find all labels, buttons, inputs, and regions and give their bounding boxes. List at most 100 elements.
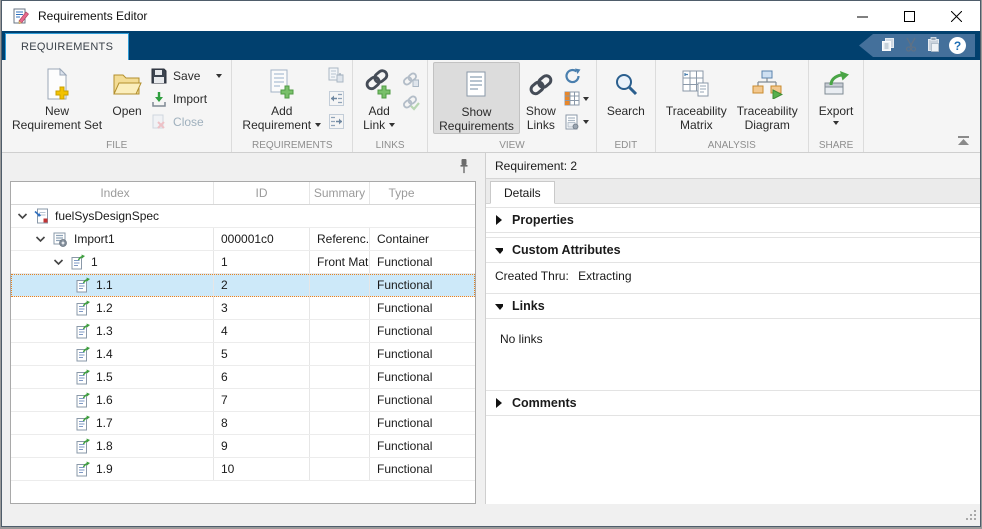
row-type [369, 205, 433, 227]
columns-caret[interactable] [582, 96, 589, 101]
open-button[interactable]: Open [107, 62, 147, 118]
add-link-label-2: Link [363, 118, 386, 132]
row-index: 1.4 [96, 347, 113, 361]
chevron-down-icon[interactable] [17, 211, 28, 221]
save-icon [151, 68, 167, 83]
refresh-button[interactable] [562, 64, 591, 87]
row-summary [309, 412, 369, 434]
row-id: 3 [213, 297, 309, 319]
details-content: Properties Custom Attributes Created Thr… [486, 204, 980, 504]
new-requirement-set-label-1: New [45, 104, 70, 118]
add-requirement-button[interactable]: Add Requirement [237, 62, 326, 132]
section-custom-attributes-label: Custom Attributes [512, 243, 621, 257]
export-button[interactable]: Export [814, 62, 859, 125]
maximize-button[interactable] [886, 1, 933, 31]
column-header-id[interactable]: ID [213, 182, 309, 204]
row-type: Functional [369, 343, 433, 365]
column-header-index[interactable]: Index [11, 182, 213, 204]
ribbon-toolbar: New Requirement Set Open Save Import Clo… [2, 60, 980, 153]
row-type: Container [369, 228, 433, 250]
report-view-caret[interactable] [582, 119, 589, 124]
report-view-button[interactable] [562, 110, 591, 133]
add-link-icon [363, 64, 395, 104]
ribbon-section-share: Export SHARE [809, 60, 865, 152]
section-label-file: FILE [106, 140, 128, 151]
row-type: Functional [369, 435, 433, 457]
table-row[interactable]: 1.8 9 Functional [11, 435, 475, 458]
row-summary [309, 343, 369, 365]
new-requirement-set-button[interactable]: New Requirement Set [7, 62, 107, 132]
add-link-label-1: Add [368, 104, 390, 118]
row-id: 7 [213, 389, 309, 411]
table-row[interactable]: fuelSysDesignSpec [11, 205, 475, 228]
created-thru-label: Created Thru: [495, 269, 569, 283]
chevron-down-icon[interactable] [35, 234, 46, 244]
traceability-matrix-button[interactable]: Traceability Matrix [661, 62, 732, 132]
paste-icon[interactable] [927, 36, 940, 55]
tab-requirements[interactable]: REQUIREMENTS [5, 33, 130, 60]
row-id: 6 [213, 366, 309, 388]
refresh-icon [565, 68, 581, 83]
promote-requirement-icon [329, 91, 345, 106]
requirement-icon [75, 323, 90, 339]
resize-grip[interactable] [965, 509, 977, 524]
ribbon-section-file: New Requirement Set Open Save Import Clo… [2, 60, 233, 152]
traceability-diagram-label-2: Diagram [744, 118, 790, 132]
table-row[interactable]: 1.9 10 Functional [11, 458, 475, 481]
row-summary [309, 389, 369, 411]
save-dropdown-caret[interactable] [216, 73, 223, 78]
show-requirements-label-2: Requirements [439, 119, 514, 133]
search-button[interactable]: Search [602, 62, 650, 118]
save-button[interactable]: Save [147, 64, 226, 87]
requirements-table: Index ID Summary Type fuelSysDesignSpec [10, 181, 476, 504]
tab-details[interactable]: Details [490, 181, 555, 204]
help-button[interactable]: ? [949, 37, 966, 54]
ribbon-tab-band: REQUIREMENTS ? [2, 31, 980, 60]
traceability-matrix-label-1: Traceability [665, 104, 727, 118]
section-comments[interactable]: Comments [486, 390, 980, 416]
row-id: 1 [213, 251, 309, 273]
table-row[interactable]: Import1 000001c0 Referenc... Container [11, 228, 475, 251]
section-links[interactable]: Links [486, 293, 980, 319]
requirement-icon [70, 254, 85, 270]
save-label: Save [173, 68, 201, 83]
table-row[interactable]: 1.4 5 Functional [11, 343, 475, 366]
row-index: Import1 [74, 232, 115, 246]
demote-requirement-button[interactable] [326, 110, 347, 133]
column-header-summary[interactable]: Summary [309, 182, 369, 204]
row-index: 1.5 [96, 370, 113, 384]
close-button[interactable] [933, 1, 980, 31]
row-type: Functional [369, 389, 433, 411]
table-row[interactable]: 1.3 4 Functional [11, 320, 475, 343]
copy-icon[interactable] [881, 37, 895, 55]
columns-button[interactable] [562, 87, 591, 110]
import-button[interactable]: Import [147, 87, 226, 110]
collapse-ribbon-button[interactable] [957, 135, 970, 149]
search-icon [613, 64, 639, 104]
row-index: 1.7 [96, 416, 113, 430]
row-id: 000001c0 [213, 228, 309, 250]
row-index: 1.9 [96, 462, 113, 476]
row-summary [309, 458, 369, 480]
minimize-button[interactable] [839, 1, 886, 31]
table-row[interactable]: 1 1 Front Mat... Functional [11, 251, 475, 274]
column-header-type[interactable]: Type [369, 182, 433, 204]
show-requirements-button[interactable]: Show Requirements [433, 62, 520, 134]
ribbon-section-links: Add Link LINKS [353, 60, 429, 152]
section-label-view: VIEW [499, 140, 525, 151]
traceability-diagram-button[interactable]: Traceability Diagram [732, 62, 803, 132]
row-id: 10 [213, 458, 309, 480]
chevron-down-icon[interactable] [53, 257, 64, 267]
table-row[interactable]: 1.5 6 Functional [11, 366, 475, 389]
table-row[interactable]: 1.2 3 Functional [11, 297, 475, 320]
new-requirement-set-icon [44, 64, 70, 104]
table-row[interactable]: 1.6 7 Functional [11, 389, 475, 412]
section-properties[interactable]: Properties [486, 207, 980, 233]
section-custom-attributes[interactable]: Custom Attributes [486, 237, 980, 263]
promote-requirement-button[interactable] [326, 87, 347, 110]
pin-icon[interactable] [459, 158, 469, 177]
table-row[interactable]: 1.7 8 Functional [11, 412, 475, 435]
show-links-button[interactable]: Show Links [520, 62, 562, 132]
table-row-selected[interactable]: 1.1 2 Functional [11, 274, 475, 297]
add-link-button[interactable]: Add Link [358, 62, 400, 132]
